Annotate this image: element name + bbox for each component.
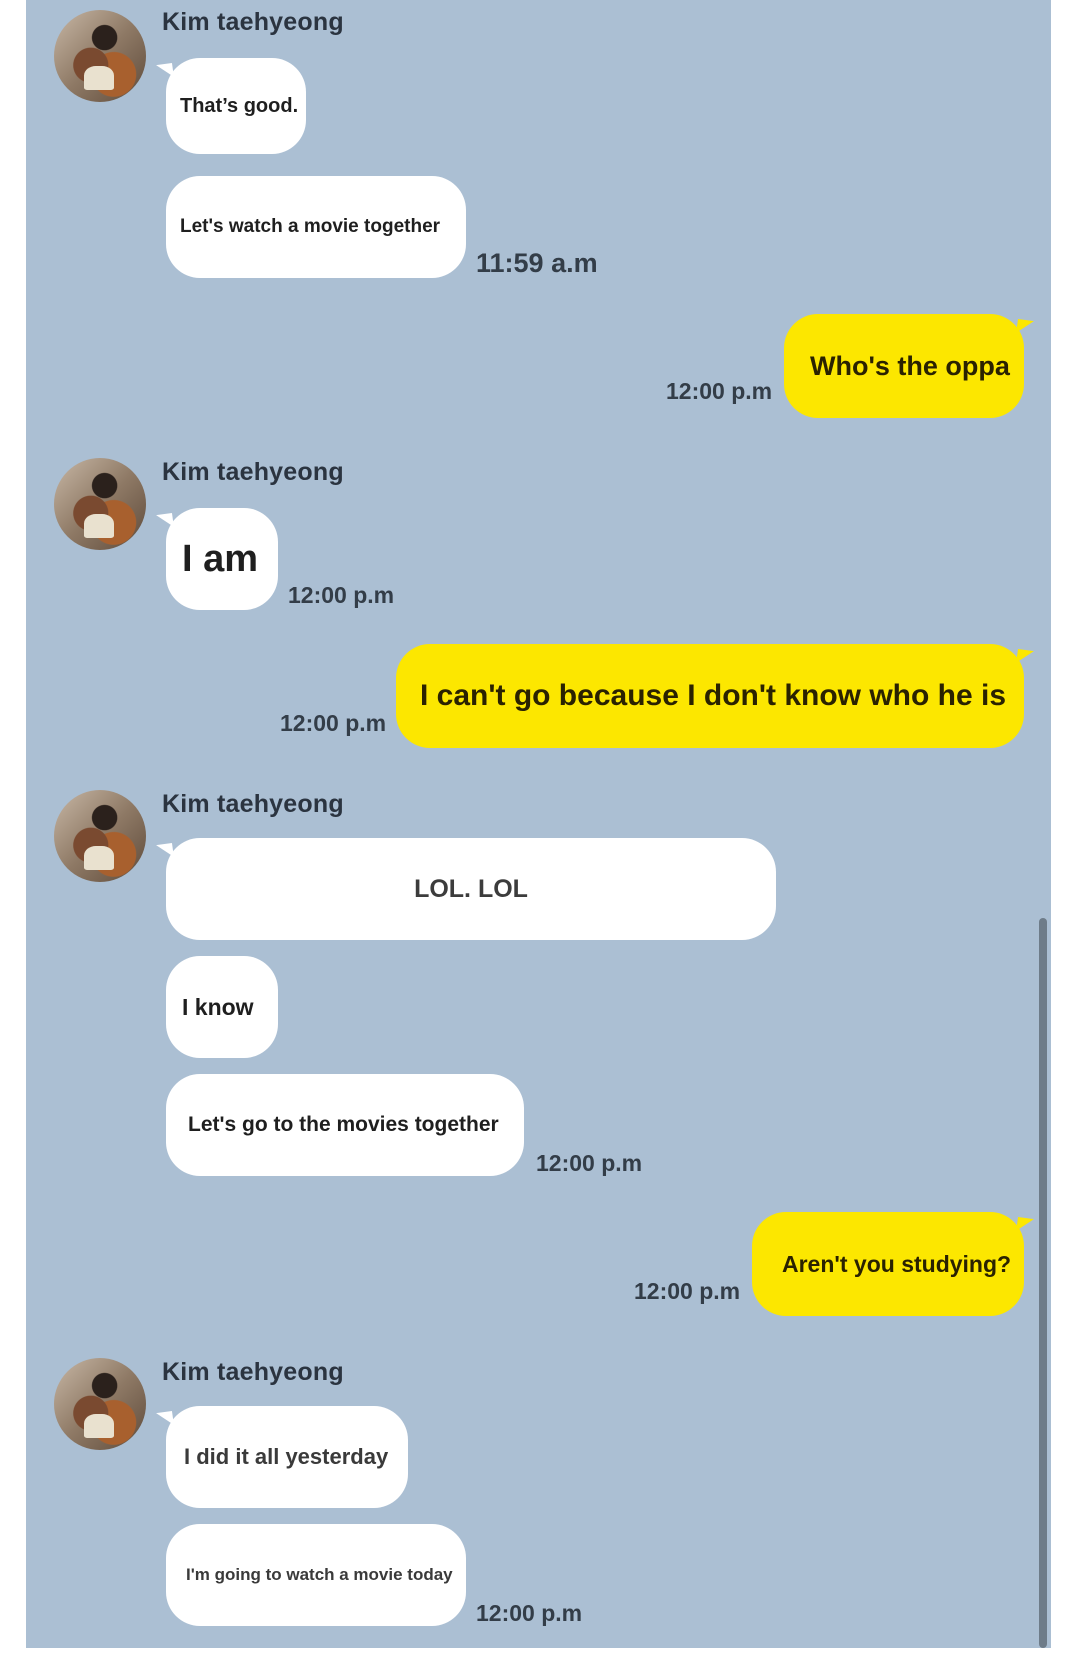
contact-avatar[interactable] xyxy=(54,790,146,882)
message-timestamp: 12:00 p.m xyxy=(280,710,387,736)
message-text: That’s good. xyxy=(180,94,299,117)
message-text: I'm going to watch a movie today xyxy=(186,1565,453,1584)
message-bubble[interactable]: Let's watch a movie together xyxy=(166,176,466,278)
contact-avatar[interactable] xyxy=(54,458,146,550)
chat-window: Kim taehyeong That’s good. Let's watch a… xyxy=(26,0,1051,1648)
message-timestamp: 12:00 p.m xyxy=(634,1278,741,1304)
message-bubble[interactable]: I am xyxy=(166,508,278,610)
message-timestamp: 12:00 p.m xyxy=(666,378,773,404)
message-bubble[interactable]: I know xyxy=(166,956,278,1058)
message-text: Let's watch a movie together xyxy=(180,216,441,237)
contact-name: Kim taehyeong xyxy=(162,790,344,818)
contact-name: Kim taehyeong xyxy=(162,1358,344,1386)
message-text: I am xyxy=(182,537,259,580)
message-bubble[interactable]: That’s good. xyxy=(166,58,306,154)
message-bubble[interactable]: Let's go to the movies together xyxy=(166,1074,524,1176)
contact-name: Kim taehyeong xyxy=(162,8,344,36)
contact-avatar[interactable] xyxy=(54,1358,146,1450)
message-text: Who's the oppa xyxy=(810,350,1010,381)
message-timestamp: 12:00 p.m xyxy=(288,582,395,608)
message-text: Let's go to the movies together xyxy=(188,1113,499,1136)
my-message-bubble[interactable]: I can't go because I don't know who he i… xyxy=(396,644,1024,748)
message-timestamp: 12:00 p.m xyxy=(536,1150,643,1176)
scrollbar[interactable] xyxy=(1039,918,1047,1648)
contact-avatar[interactable] xyxy=(54,10,146,102)
message-bubble[interactable]: LOL. LOL xyxy=(166,838,776,940)
message-text: Aren't you studying? xyxy=(782,1250,1012,1277)
message-timestamp: 11:59 a.m xyxy=(476,248,598,278)
message-text: I can't go because I don't know who he i… xyxy=(420,679,1007,712)
message-text: LOL. LOL xyxy=(414,874,528,903)
message-text: I know xyxy=(182,993,254,1020)
message-timestamp: 12:00 p.m xyxy=(476,1600,583,1626)
contact-name: Kim taehyeong xyxy=(162,458,344,486)
message-text: I did it all yesterday xyxy=(184,1444,389,1469)
message-bubble[interactable]: I'm going to watch a movie today xyxy=(166,1524,466,1626)
my-message-bubble[interactable]: Who's the oppa xyxy=(784,314,1024,418)
message-bubble[interactable]: I did it all yesterday xyxy=(166,1406,408,1508)
my-message-bubble[interactable]: Aren't you studying? xyxy=(752,1212,1024,1316)
